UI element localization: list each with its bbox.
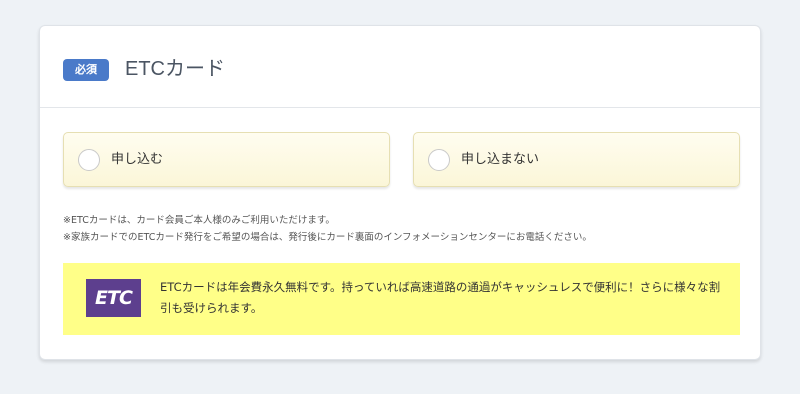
option-apply-label: 申し込む: [111, 152, 164, 167]
section-title: ETCカード: [125, 58, 225, 80]
option-not-apply-label: 申し込まない: [461, 152, 540, 167]
note-line: ※ETCカードは、カード会員ご本人様のみご利用いただけます。: [63, 215, 335, 226]
etc-card-section: 必須 ETCカード 申し込む 申し込まない ※ETCカードは、カード会員ご本人様…: [39, 25, 761, 360]
notes: ※ETCカードは、カード会員ご本人様のみご利用いただけます。 ※家族カードでのE…: [63, 212, 592, 246]
radio-button-apply[interactable]: [78, 149, 100, 171]
etc-info-box: ETC ETCカードは年会費永久無料です。持っていれば高速道路の通過がキャッシュ…: [63, 263, 740, 335]
etc-logo-icon: ETC: [86, 279, 141, 317]
option-apply[interactable]: 申し込む: [63, 132, 390, 187]
option-not-apply[interactable]: 申し込まない: [413, 132, 740, 187]
radio-button-not-apply[interactable]: [428, 149, 450, 171]
required-badge: 必須: [63, 59, 109, 81]
note-line: ※家族カードでのETCカード発行をご希望の場合は、発行後にカード裏面のインフォメ…: [63, 232, 592, 243]
section-header: 必須 ETCカード: [40, 26, 760, 108]
etc-info-text: ETCカードは年会費永久無料です。持っていれば高速道路の通過がキャッシュレスで便…: [160, 280, 721, 315]
